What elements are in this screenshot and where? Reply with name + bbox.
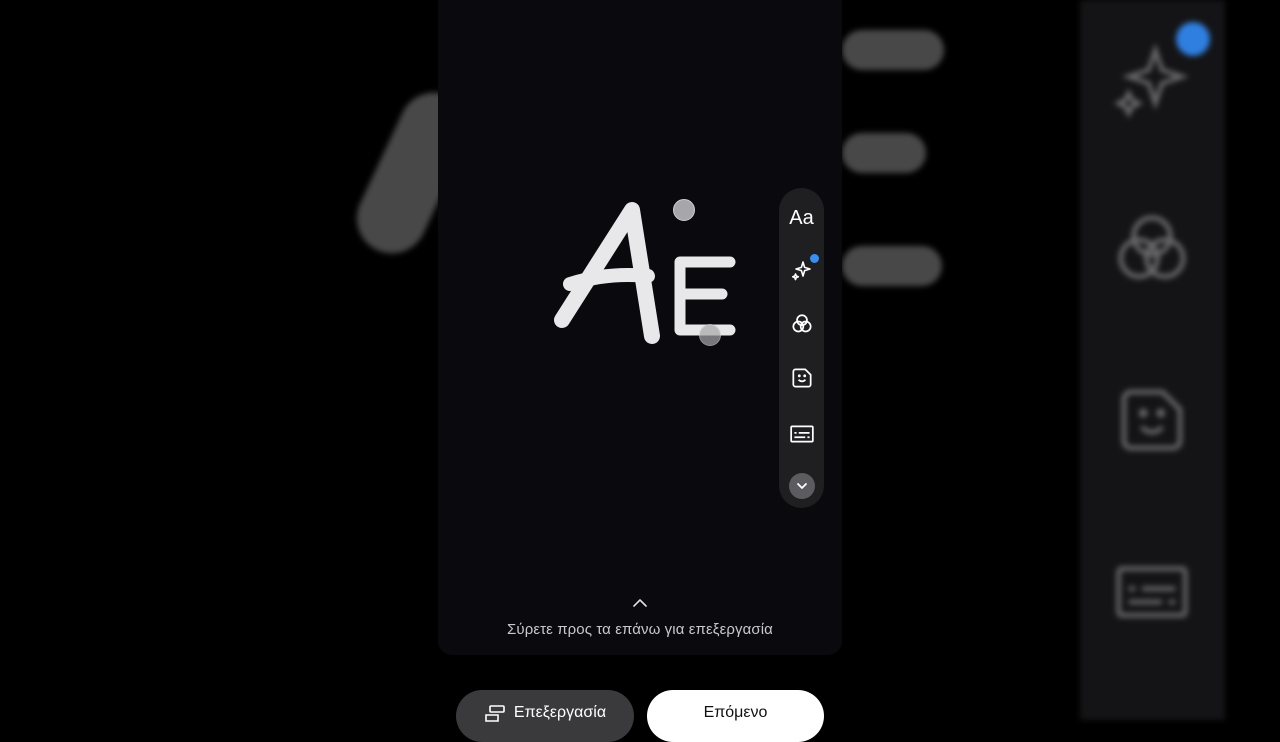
text-icon: Aa [789, 206, 814, 229]
chevron-down-icon [796, 483, 807, 489]
swipe-up-hint: Σύρετε προς τα επάνω για επεξεργασία [507, 621, 773, 638]
more-tools-button[interactable] [779, 466, 824, 506]
captions-icon [789, 425, 814, 443]
chevron-up-icon [633, 599, 647, 607]
filters-tool-button[interactable] [779, 304, 824, 344]
effects-tool-button[interactable] [779, 250, 824, 290]
edit-toolbar: Aa [779, 188, 824, 508]
sparkle-icon [791, 261, 811, 281]
sticker-icon [791, 368, 812, 388]
edit-layout-icon [485, 705, 505, 722]
stickers-tool-button[interactable] [779, 358, 824, 398]
resize-handle-bottom[interactable] [699, 324, 721, 346]
next-button-label: Επόμενο [703, 704, 768, 721]
new-badge [810, 254, 819, 263]
captions-tool-button[interactable] [779, 414, 824, 454]
next-button[interactable]: Επόμενο [647, 690, 824, 742]
edit-button[interactable]: Επεξεργασία [456, 690, 634, 742]
edit-button-label: Επεξεργασία [513, 704, 607, 721]
text-tool-button[interactable]: Aa [779, 198, 824, 238]
resize-handle-top[interactable] [673, 199, 695, 221]
filters-icon [791, 314, 812, 333]
